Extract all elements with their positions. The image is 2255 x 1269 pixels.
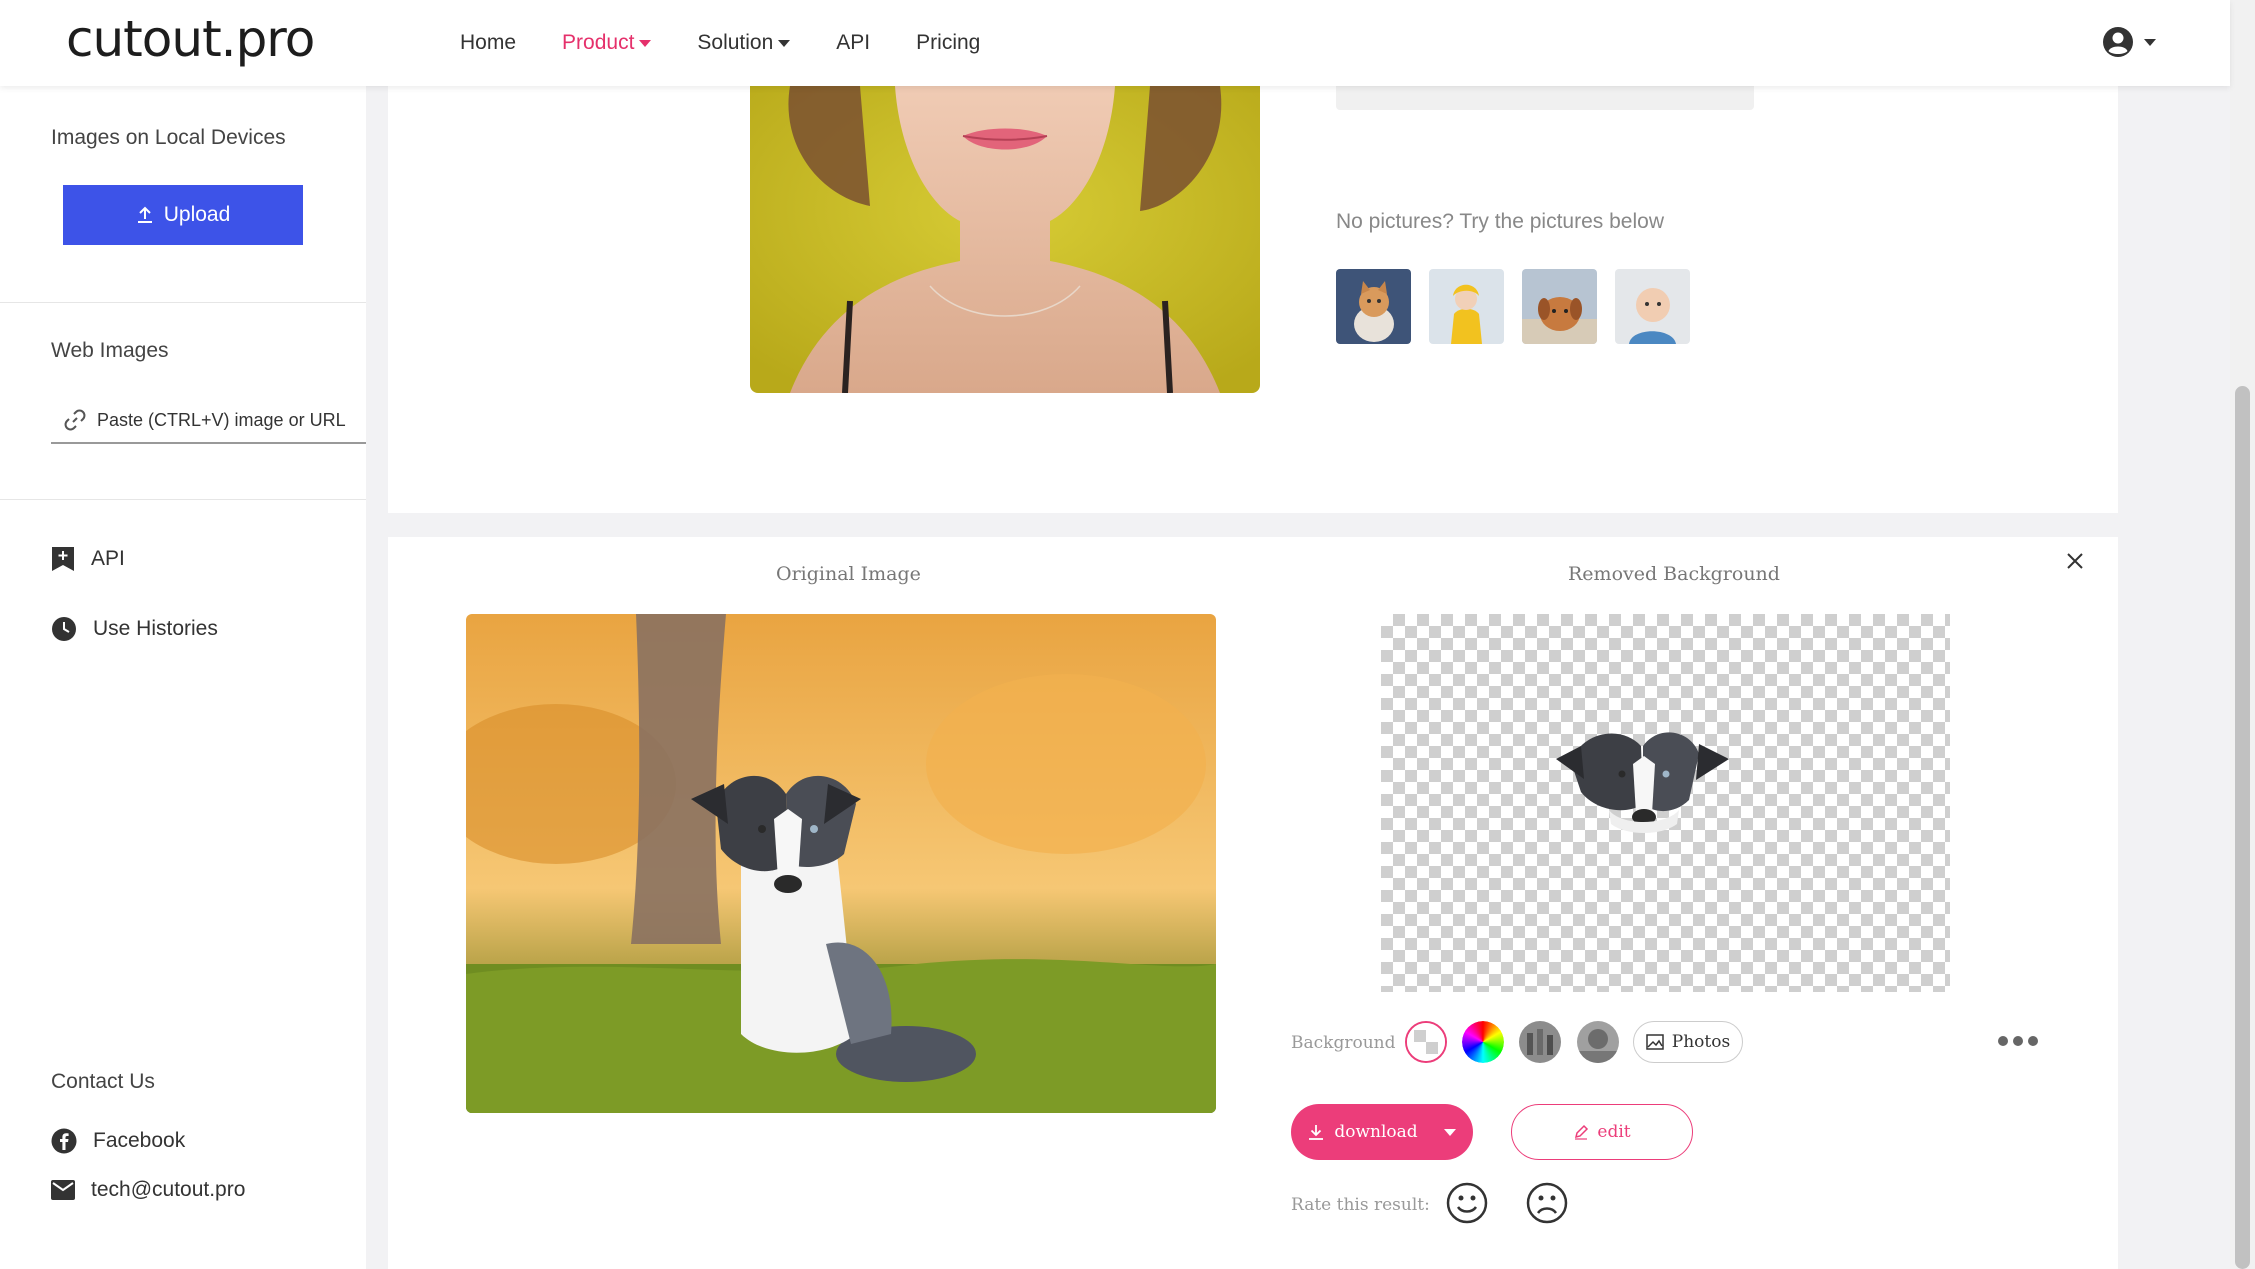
download-icon xyxy=(1309,1125,1324,1140)
caret-down-icon[interactable] xyxy=(1443,1128,1456,1136)
more-options-icon[interactable] xyxy=(1998,1036,2038,1046)
bg-swatch-color-picker[interactable] xyxy=(1462,1021,1504,1063)
contact-facebook[interactable]: Facebook xyxy=(51,1128,185,1154)
upload-button[interactable]: Upload xyxy=(63,185,303,245)
nav-solution[interactable]: Solution xyxy=(697,31,791,55)
removed-background-preview xyxy=(1381,614,1950,992)
nav-home-label: Home xyxy=(460,31,517,54)
link-icon xyxy=(64,409,86,431)
sample-thumb-cat[interactable] xyxy=(1336,269,1411,344)
sample-prompt: No pictures? Try the pictures below xyxy=(1336,210,1664,233)
caret-down-icon xyxy=(778,39,791,47)
demo-portrait-image xyxy=(750,86,1260,393)
web-images-title: Web Images xyxy=(51,339,169,362)
nav-pricing[interactable]: Pricing xyxy=(916,31,980,55)
nav-home[interactable]: Home xyxy=(460,31,516,55)
nav-solution-label: Solution xyxy=(697,31,774,54)
logo[interactable]: cutout.pro xyxy=(66,10,315,68)
paste-label: Paste (CTRL+V) image or URL xyxy=(97,409,346,430)
removed-background-title: Removed Background xyxy=(1568,563,1780,585)
sidebar: Images on Local Devices Upload Web Image… xyxy=(0,86,366,1269)
rate-label: Rate this result: xyxy=(1291,1195,1430,1215)
upload-icon xyxy=(137,206,152,223)
clock-icon xyxy=(52,617,76,641)
download-button[interactable]: download xyxy=(1291,1104,1473,1160)
image-icon xyxy=(1646,1034,1664,1050)
edit-label: edit xyxy=(1597,1122,1631,1142)
facebook-label: Facebook xyxy=(93,1129,186,1152)
sample-thumb-puppy[interactable] xyxy=(1522,269,1597,344)
input-strip xyxy=(1336,86,1754,110)
upload-label: Upload xyxy=(163,203,231,226)
user-circle-icon xyxy=(2103,27,2133,57)
nav-product-label: Product xyxy=(562,31,635,54)
sidebar-item-histories-label: Use Histories xyxy=(93,617,218,640)
divider xyxy=(0,499,366,500)
top-navigation: cutout.pro Home Product Solution API Pri… xyxy=(0,0,2230,86)
sample-thumbnails xyxy=(1336,269,1690,344)
original-image-title: Original Image xyxy=(776,563,921,585)
original-image xyxy=(466,614,1216,1113)
nav-api[interactable]: API xyxy=(836,31,870,55)
nav-product[interactable]: Product xyxy=(562,31,652,55)
paste-url-field[interactable]: Paste (CTRL+V) image or URL xyxy=(51,398,366,444)
bg-swatch-transparent[interactable] xyxy=(1405,1021,1447,1063)
facebook-icon xyxy=(51,1128,77,1154)
sample-thumb-child[interactable] xyxy=(1429,269,1504,344)
email-icon xyxy=(51,1180,75,1200)
caret-down-icon xyxy=(639,39,652,47)
scrollbar-thumb[interactable] xyxy=(2235,386,2250,1269)
main-nav: Home Product Solution API Pricing xyxy=(460,0,1026,86)
sidebar-item-histories[interactable]: Use Histories xyxy=(51,616,218,642)
api-icon xyxy=(52,547,74,571)
divider xyxy=(0,302,366,303)
caret-down-icon xyxy=(2144,38,2156,46)
edit-button[interactable]: edit xyxy=(1511,1104,1693,1160)
pen-icon xyxy=(1575,1124,1589,1140)
sample-thumb-baby[interactable] xyxy=(1615,269,1690,344)
background-label: Background xyxy=(1291,1033,1396,1053)
photos-label: Photos xyxy=(1671,1032,1731,1052)
sidebar-item-api-label: API xyxy=(91,547,125,570)
nav-api-label: API xyxy=(836,31,871,54)
smile-icon[interactable] xyxy=(1446,1182,1488,1224)
bg-swatch-photo-2[interactable] xyxy=(1577,1021,1619,1063)
contact-email[interactable]: tech@cutout.pro xyxy=(51,1178,245,1202)
email-label: tech@cutout.pro xyxy=(91,1178,246,1201)
bg-swatch-photo-1[interactable] xyxy=(1519,1021,1561,1063)
account-menu[interactable] xyxy=(2102,26,2156,58)
sidebar-item-api[interactable]: API xyxy=(51,546,125,572)
frown-icon[interactable] xyxy=(1526,1182,1568,1224)
photos-button[interactable]: Photos xyxy=(1633,1021,1743,1063)
nav-pricing-label: Pricing xyxy=(916,31,981,54)
download-label: download xyxy=(1334,1122,1418,1142)
close-icon[interactable] xyxy=(2065,551,2085,571)
local-devices-title: Images on Local Devices xyxy=(51,126,286,149)
contact-title: Contact Us xyxy=(51,1070,155,1093)
